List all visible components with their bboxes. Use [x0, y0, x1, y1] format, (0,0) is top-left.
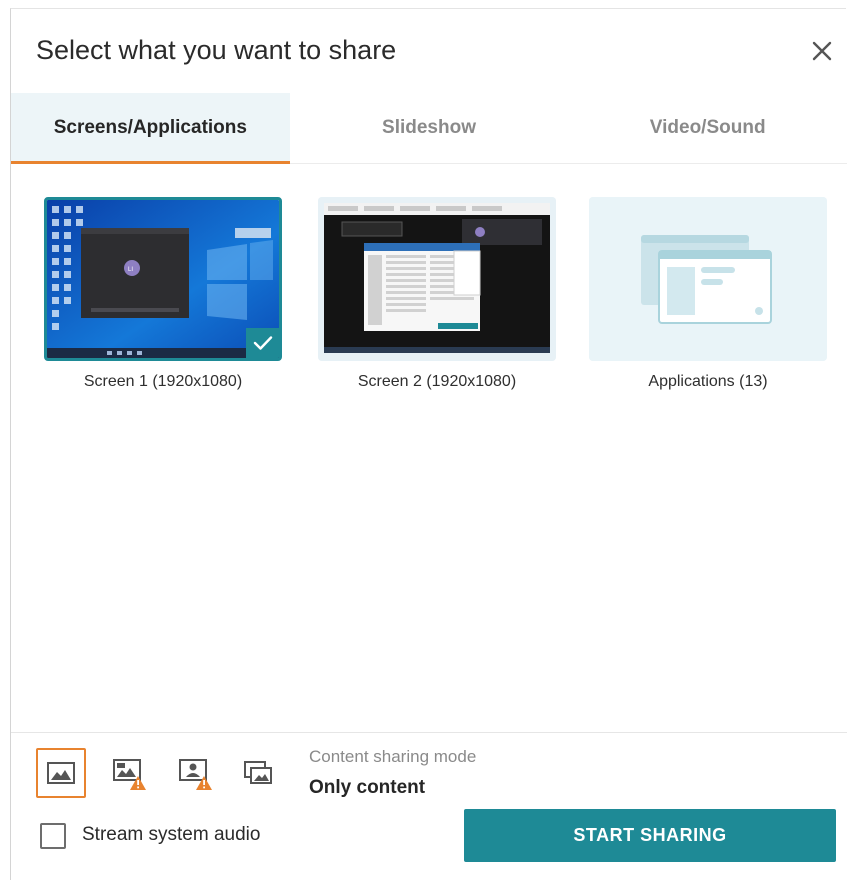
image-with-screen-icon [113, 759, 146, 790]
footer: Content sharing mode Only content Stream… [11, 732, 847, 883]
mode-content-with-camera-button[interactable] [169, 748, 219, 798]
applications-windows-icon [589, 197, 827, 361]
content-sharing-mode-caption: Content sharing mode [309, 747, 477, 766]
image-mode-icon [47, 762, 75, 784]
content-sharing-mode-value: Only content [309, 777, 426, 798]
screen-2-label: Screen 2 (1920x1080) [357, 373, 517, 390]
image-with-person-icon [179, 759, 212, 790]
applications-thumbnail[interactable] [589, 197, 827, 361]
screen-1-thumbnail[interactable]: LI [44, 197, 282, 361]
stacked-images-icon [244, 761, 272, 784]
source-card-screen-1[interactable]: LI Screen 1 (1920x1080) [44, 197, 282, 391]
desktop-preview-icon: LI [47, 200, 279, 358]
stream-system-audio-label[interactable]: Stream system audio [82, 824, 260, 846]
desktop-preview-icon [318, 197, 556, 361]
stream-system-audio-checkbox[interactable] [40, 823, 66, 849]
dialog-title: Select what you want to share [36, 35, 397, 65]
selected-check-icon [246, 328, 279, 358]
mode-picture-in-picture-button[interactable] [233, 748, 283, 798]
tab-bar: Screens/Applications Slideshow Video/Sou… [11, 93, 847, 164]
mode-only-content-button[interactable] [36, 748, 86, 798]
svg-text:LI: LI [128, 267, 133, 273]
applications-label: Applications (13) [648, 373, 768, 390]
source-card-applications[interactable]: Applications (13) [589, 197, 827, 391]
share-dialog: Select what you want to share Screens/Ap… [10, 8, 847, 883]
tab-slideshow[interactable]: Slideshow [290, 93, 569, 163]
screen-2-thumbnail[interactable] [318, 197, 556, 361]
start-sharing-button[interactable]: START SHARING [464, 809, 836, 862]
close-icon[interactable] [810, 39, 834, 63]
screen-1-label: Screen 1 (1920x1080) [83, 373, 243, 390]
tab-screens-applications[interactable]: Screens/Applications [11, 93, 290, 164]
source-card-screen-2[interactable]: Screen 2 (1920x1080) [318, 197, 556, 391]
mode-content-with-screen-button[interactable] [103, 748, 153, 798]
tab-video-sound[interactable]: Video/Sound [568, 93, 847, 163]
